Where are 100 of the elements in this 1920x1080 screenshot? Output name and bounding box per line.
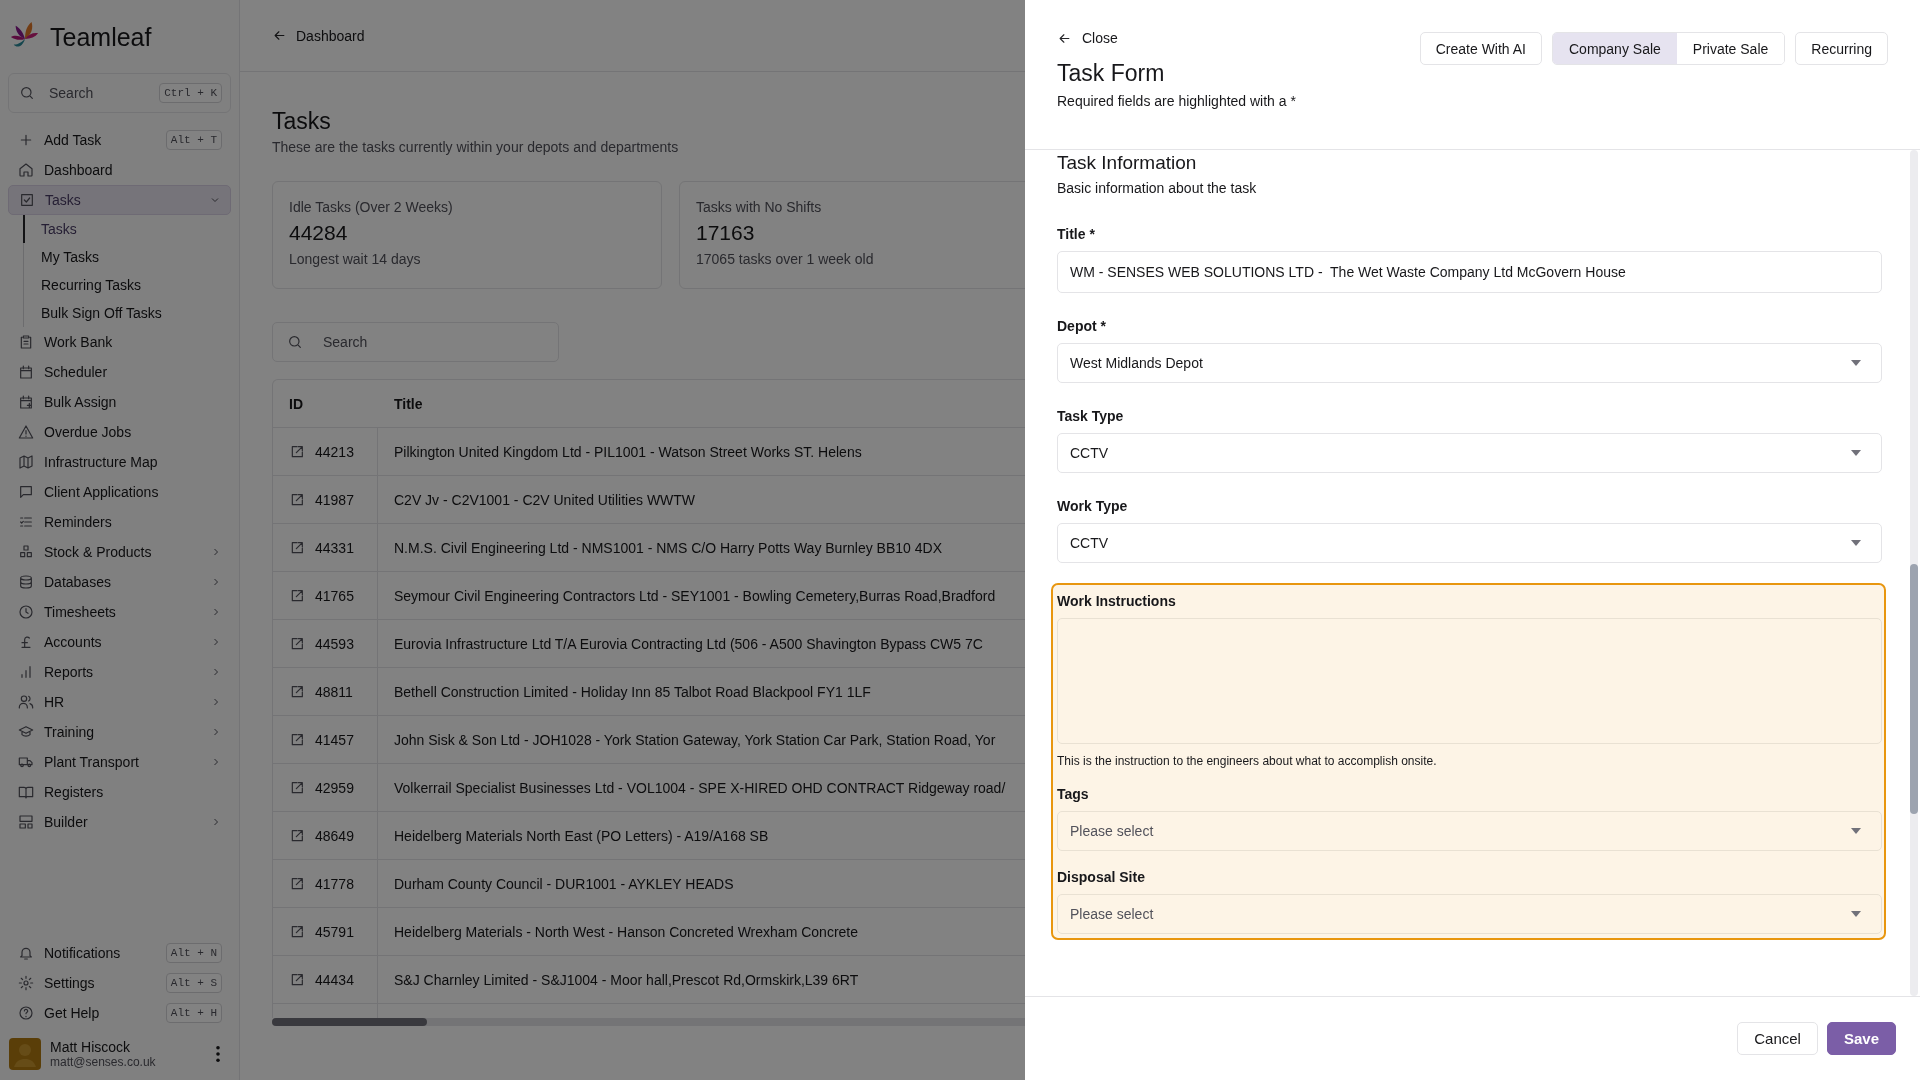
recurring-button[interactable]: Recurring bbox=[1795, 32, 1888, 65]
sidebar-item[interactable]: Overdue Jobs bbox=[8, 417, 231, 447]
bar-chart-icon bbox=[18, 664, 34, 680]
plus-icon bbox=[18, 132, 34, 148]
sidebar-item[interactable]: Accounts bbox=[8, 627, 231, 657]
sidebar-item[interactable]: Stock & Products bbox=[8, 537, 231, 567]
save-button[interactable]: Save bbox=[1826, 1022, 1896, 1055]
vertical-scrollbar[interactable] bbox=[1910, 150, 1918, 996]
table-cell: Pilkington United Kingdom Ltd - PIL1001 - Watson Street Works ST. Helens bbox=[394, 443, 862, 460]
database-icon bbox=[18, 574, 34, 590]
layout-icon bbox=[18, 814, 34, 830]
sidebar-item[interactable]: Training bbox=[8, 717, 231, 747]
more-icon[interactable] bbox=[215, 1045, 221, 1063]
select-field[interactable]: CCTV bbox=[1057, 523, 1882, 563]
stat-note: Longest wait 14 days bbox=[289, 251, 422, 267]
sidebar-item[interactable]: Databases bbox=[8, 567, 231, 597]
select-field[interactable]: Please select bbox=[1057, 811, 1882, 851]
shortcut-badge: Ctrl + K bbox=[159, 83, 222, 103]
search-field[interactable]: Search bbox=[272, 322, 559, 362]
field-label: Disposal Site bbox=[1057, 869, 1146, 885]
sidebar-item[interactable]: Get Help Alt + H bbox=[8, 998, 231, 1028]
search-icon bbox=[287, 334, 303, 350]
sidebar-item[interactable]: Settings Alt + S bbox=[8, 968, 231, 998]
panel-subtitle: Required fields are highlighted with a * bbox=[1057, 93, 1296, 109]
table-cell: Heidelberg Materials - North West - Hanson Concreted Wrexham Concrete bbox=[394, 923, 858, 940]
sidebar-item[interactable]: Client Applications bbox=[8, 477, 231, 507]
sidebar-item[interactable]: Reports bbox=[8, 657, 231, 687]
search-field[interactable]: Search Ctrl + K bbox=[8, 73, 231, 113]
checkbox-icon bbox=[19, 192, 35, 208]
table-cell: John Sisk & Son Ltd - JOH1028 - York Station Gateway, York Station Car Park, Station Road, Yor bbox=[394, 731, 996, 748]
external-link-icon[interactable] bbox=[289, 491, 305, 508]
external-link-icon[interactable] bbox=[289, 443, 305, 460]
stat-note: 17065 tasks over 1 week old bbox=[696, 251, 875, 267]
mode-tab[interactable]: Company Sale bbox=[1553, 33, 1677, 64]
sidebar-item[interactable]: Infrastructure Map bbox=[8, 447, 231, 477]
sidebar-item[interactable]: Reminders bbox=[8, 507, 231, 537]
external-link-icon[interactable] bbox=[289, 539, 305, 556]
caret-icon bbox=[1851, 911, 1861, 917]
external-link-icon[interactable] bbox=[289, 779, 305, 796]
select-field[interactable]: West Midlands Depot bbox=[1057, 343, 1882, 383]
sidebar-item[interactable]: Timesheets bbox=[8, 597, 231, 627]
table-cell: 41778 bbox=[315, 875, 354, 892]
house-icon bbox=[18, 162, 34, 178]
boxes-icon bbox=[18, 544, 34, 560]
sidebar-item[interactable]: Builder bbox=[8, 807, 231, 837]
external-link-icon[interactable] bbox=[289, 683, 305, 700]
sidebar-item[interactable]: Bulk Assign bbox=[8, 387, 231, 417]
table-cell: 41987 bbox=[315, 491, 354, 508]
sidebar-item[interactable]: Notifications Alt + N bbox=[8, 938, 231, 968]
external-link-icon[interactable] bbox=[289, 731, 305, 748]
shortcut-badge: Alt + N bbox=[165, 943, 222, 963]
sidebar-item[interactable]: Add Task Alt + T bbox=[8, 125, 231, 155]
caret-icon bbox=[1851, 540, 1861, 546]
checklist-icon bbox=[18, 514, 34, 530]
create-with-ai-button[interactable]: Create With AI bbox=[1419, 32, 1542, 65]
sidebar-item[interactable]: Tasks bbox=[8, 185, 231, 215]
external-link-icon[interactable] bbox=[289, 827, 305, 844]
text-field[interactable]: WM - SENSES WEB SOLUTIONS LTD - The Wet Waste Company Ltd McGovern House bbox=[1057, 251, 1882, 293]
warning-icon bbox=[18, 424, 34, 440]
caret-icon bbox=[1851, 360, 1861, 366]
calendar-icon bbox=[18, 364, 34, 380]
cancel-button[interactable]: Cancel bbox=[1737, 1022, 1818, 1055]
external-link-icon[interactable] bbox=[289, 635, 305, 652]
field-label: Depot * bbox=[1057, 318, 1107, 334]
shortcut-badge: Alt + H bbox=[165, 1003, 222, 1023]
sidebar-item[interactable]: Dashboard bbox=[8, 155, 231, 185]
sidebar-item[interactable]: HR bbox=[8, 687, 231, 717]
close-link[interactable]: Close bbox=[1057, 30, 1296, 46]
help-icon bbox=[18, 1005, 34, 1021]
external-link-icon[interactable] bbox=[289, 923, 305, 940]
sidebar-subitem[interactable]: Tasks bbox=[23, 215, 231, 243]
external-link-icon[interactable] bbox=[289, 971, 305, 988]
sidebar-item[interactable]: Scheduler bbox=[8, 357, 231, 387]
select-field[interactable]: CCTV bbox=[1057, 433, 1882, 473]
field-label: Work Type bbox=[1057, 498, 1129, 514]
help-text: This is the instruction to the engineers about what to accomplish onsite. bbox=[1057, 754, 1438, 768]
sidebar-item[interactable]: Plant Transport bbox=[8, 747, 231, 777]
shortcut-badge: Alt + T bbox=[165, 130, 222, 150]
table-cell: 48649 bbox=[315, 827, 354, 844]
sidebar-subitem[interactable]: Recurring Tasks bbox=[23, 271, 231, 299]
sidebar-subitem[interactable]: Bulk Sign Off Tasks bbox=[23, 299, 231, 327]
section-description: Basic information about the task bbox=[1057, 180, 1258, 196]
table-cell: Durham County Council - DUR1001 - AYKLEY HEADS bbox=[394, 875, 734, 892]
sidebar-item[interactable]: Registers bbox=[8, 777, 231, 807]
external-link-icon[interactable] bbox=[289, 875, 305, 892]
table-cell: C2V Jv - C2V1001 - C2V United Utilities WWTW bbox=[394, 491, 696, 508]
external-link-icon[interactable] bbox=[289, 587, 305, 604]
sidebar-subitem[interactable]: My Tasks bbox=[23, 243, 231, 271]
sidebar-item[interactable]: Work Bank bbox=[8, 327, 231, 357]
stat-value: 44284 bbox=[289, 221, 349, 245]
shortcut-badge: Alt + S bbox=[165, 973, 222, 993]
table-cell: Seymour Civil Engineering Contractors Ltd - SEY1001 - Bowling Cemetery,Burras Road,Bradford bbox=[394, 587, 996, 604]
field-label: Task Type bbox=[1057, 408, 1125, 424]
field-label: Title * bbox=[1057, 226, 1096, 242]
table-cell: 42959 bbox=[315, 779, 354, 796]
table-cell: 44593 bbox=[315, 635, 354, 652]
table-cell: Volkerrail Specialist Businesses Ltd - VOL1004 - SPE X-HIRED OHD CONTRACT Ridgeway road/ bbox=[394, 779, 1006, 796]
select-field[interactable]: Please select bbox=[1057, 894, 1882, 934]
back-link[interactable]: Dashboard bbox=[272, 27, 365, 44]
table-cell: 41457 bbox=[315, 731, 354, 748]
